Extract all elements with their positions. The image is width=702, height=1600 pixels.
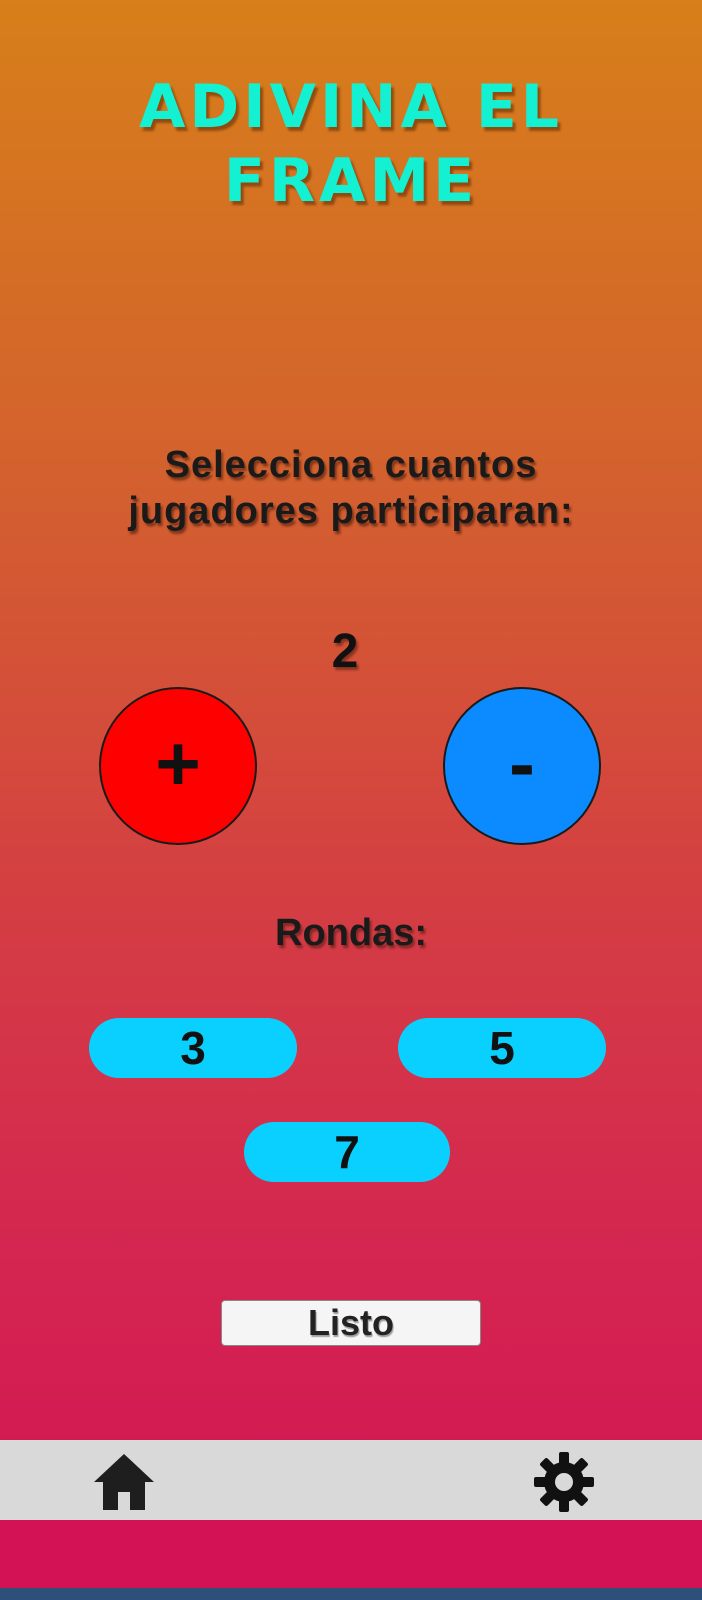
players-prompt-line-2: jugadores participaran:: [128, 490, 574, 532]
gear-icon-graphic: [534, 1452, 594, 1512]
rounds-option-3-button[interactable]: 3: [89, 1018, 297, 1078]
rounds-option-label: 7: [334, 1126, 360, 1178]
done-button-label: Listo: [308, 1302, 394, 1343]
title-line-2: FRAME: [223, 146, 479, 216]
bottom-navbar: [0, 1440, 702, 1520]
rounds-option-label: 5: [489, 1022, 515, 1074]
bottom-strip: [0, 1520, 702, 1588]
rounds-label: Rondas:: [275, 912, 427, 954]
increment-players-button[interactable]: +: [99, 687, 257, 845]
page-title: ADIVINA EL FRAME: [0, 70, 702, 218]
plus-label: +: [155, 719, 201, 807]
done-button[interactable]: Listo: [221, 1300, 481, 1346]
player-count: 2: [331, 625, 359, 678]
gear-icon[interactable]: [532, 1450, 596, 1514]
players-prompt: Selecciona cuantos jugadores participara…: [0, 442, 702, 534]
system-navigation-bar: [0, 1588, 702, 1600]
minus-label: -: [509, 719, 535, 807]
home-icon-graphic: [94, 1454, 154, 1510]
players-prompt-line-1: Selecciona cuantos: [164, 444, 538, 486]
decrement-players-button[interactable]: -: [443, 687, 601, 845]
home-icon[interactable]: [92, 1450, 156, 1514]
rounds-option-label: 3: [180, 1022, 206, 1074]
title-line-1: ADIVINA EL: [138, 72, 564, 142]
rounds-option-7-button[interactable]: 7: [244, 1122, 450, 1182]
game-setup-screen: ADIVINA EL FRAME Selecciona cuantos juga…: [0, 0, 702, 1600]
rounds-option-5-button[interactable]: 5: [398, 1018, 606, 1078]
